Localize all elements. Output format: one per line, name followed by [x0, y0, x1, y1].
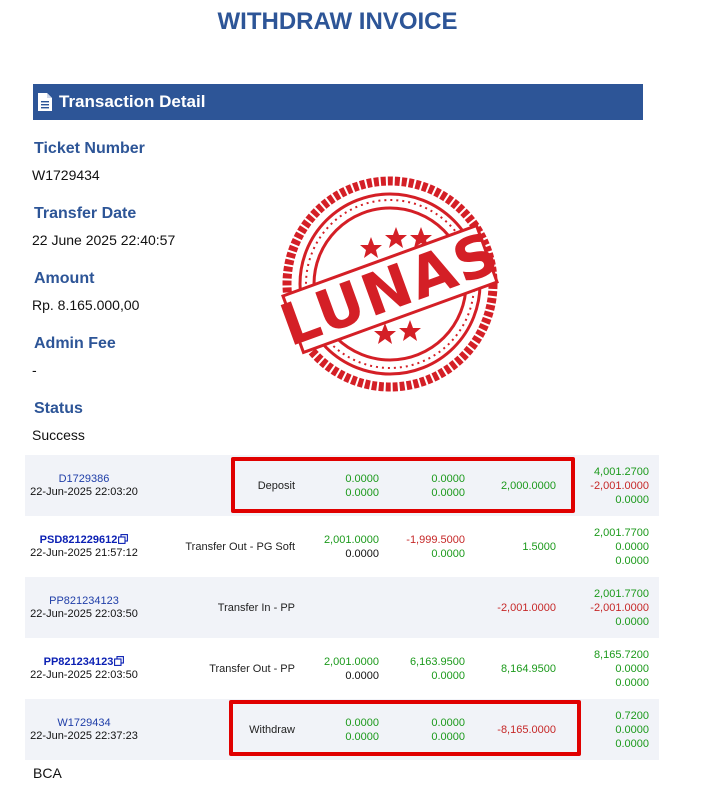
value: 2,001.0000 — [323, 533, 379, 546]
balance-value: 0.0000 — [615, 676, 649, 689]
value: 0.0000 — [345, 486, 379, 499]
table-row: PP821234123 22-Jun-2025 22:03:50 Transfe… — [25, 638, 659, 699]
ref-cell: W1729434 22-Jun-2025 22:37:23 — [25, 699, 143, 760]
ticket-link[interactable]: W1729434 — [25, 717, 143, 730]
transfer-date-value: 22 June 2025 22:40:57 — [32, 232, 176, 248]
type-cell: Transfer Out - PG Soft — [185, 540, 295, 553]
value-cell: 0.0000 0.0000 — [299, 699, 379, 760]
balance-value: 0.0000 — [615, 493, 649, 506]
amount-cell: -2,001.0000 — [497, 601, 556, 614]
transactions-table: D1729386 22-Jun-2025 22:03:20 Deposit 0.… — [25, 455, 659, 760]
ref-cell: PP821234123 22-Jun-2025 22:03:50 — [25, 577, 143, 638]
page-title: WITHDRAW INVOICE — [217, 8, 458, 35]
value: 0.0000 — [345, 472, 379, 485]
value-cell — [379, 577, 465, 638]
type-cell: Transfer In - PP — [217, 601, 295, 614]
value: 6,163.9500 — [409, 655, 465, 668]
bank-name: BCA — [33, 765, 62, 781]
amount-value: Rp. 8.165.000,00 — [32, 297, 140, 313]
balance-value: 0.0000 — [615, 737, 649, 750]
value: 0.0000 — [345, 669, 379, 682]
balance-value: -2,001.0000 — [590, 601, 649, 614]
ticket-link[interactable]: PP821234123 — [25, 595, 143, 608]
copy-icon[interactable] — [118, 533, 129, 544]
balance-value: 0.7200 — [615, 709, 649, 722]
datetime: 22-Jun-2025 22:03:20 — [30, 485, 138, 498]
value: 0.0000 — [431, 716, 465, 729]
value: -1,999.5000 — [406, 533, 465, 546]
transaction-detail-header: Transaction Detail — [33, 84, 643, 120]
document-icon — [38, 93, 52, 111]
ticket-link[interactable]: PSD821229612 — [25, 534, 143, 547]
ticket-link[interactable]: PP821234123 — [25, 656, 143, 669]
value: 0.0000 — [431, 472, 465, 485]
balance-value: 2,001.7700 — [593, 587, 649, 600]
ref-cell: D1729386 22-Jun-2025 22:03:20 — [25, 455, 143, 516]
admin-fee-label: Admin Fee — [34, 335, 116, 352]
datetime: 22-Jun-2025 22:03:50 — [30, 668, 138, 681]
amount-cell: 1.5000 — [522, 540, 556, 553]
datetime: 22-Jun-2025 22:37:23 — [30, 729, 138, 742]
balance-value: 0.0000 — [615, 540, 649, 553]
ticket-number-label: Ticket Number — [34, 140, 145, 157]
value-cell: 2,001.0000 0.0000 — [299, 516, 379, 577]
type-cell: Transfer Out - PP — [209, 662, 295, 675]
value: 2,001.0000 — [323, 655, 379, 668]
amount-cell: -8,165.0000 — [497, 723, 556, 736]
value-cell: 6,163.9500 0.0000 — [379, 638, 465, 699]
amount-cell: 2,000.0000 — [500, 479, 556, 492]
transfer-date-label: Transfer Date — [34, 205, 137, 222]
type-cell: Deposit — [257, 479, 295, 492]
value-cell: 0.0000 0.0000 — [379, 699, 465, 760]
copy-icon[interactable] — [114, 655, 125, 666]
value: 0.0000 — [431, 669, 465, 682]
value-cell: 2,001.0000 0.0000 — [299, 638, 379, 699]
value: 0.0000 — [345, 730, 379, 743]
balance-value: 2,001.7700 — [593, 526, 649, 539]
table-row: D1729386 22-Jun-2025 22:03:20 Deposit 0.… — [25, 455, 659, 516]
balance-cell: 0.7200 0.0000 0.0000 — [556, 699, 659, 760]
table-row: W1729434 22-Jun-2025 22:37:23 Withdraw 0… — [25, 699, 659, 760]
table-row: PP821234123 22-Jun-2025 22:03:50 Transfe… — [25, 577, 659, 638]
amount-cell: 8,164.9500 — [500, 662, 556, 675]
table-row: PSD821229612 22-Jun-2025 21:57:12 Transf… — [25, 516, 659, 577]
balance-cell: 8,165.7200 0.0000 0.0000 — [556, 638, 659, 699]
balance-value: 4,001.2700 — [593, 465, 649, 478]
value: 0.0000 — [431, 547, 465, 560]
admin-fee-value: - — [32, 362, 37, 378]
balance-cell: 4,001.2700 -2,001.0000 0.0000 — [556, 455, 659, 516]
amount-label: Amount — [34, 270, 95, 287]
balance-value: -2,001.0000 — [590, 479, 649, 492]
datetime: 22-Jun-2025 22:03:50 — [30, 607, 138, 620]
ref-cell: PSD821229612 22-Jun-2025 21:57:12 — [25, 516, 143, 577]
balance-value: 8,165.7200 — [593, 648, 649, 661]
value-cell: 0.0000 0.0000 — [299, 455, 379, 516]
balance-value: 0.0000 — [615, 662, 649, 675]
balance-value: 0.0000 — [615, 554, 649, 567]
ticket-number-value: W1729434 — [32, 167, 100, 183]
value: 0.0000 — [345, 716, 379, 729]
value: 0.0000 — [345, 547, 379, 560]
balance-cell: 2,001.7700 0.0000 0.0000 — [556, 516, 659, 577]
section-title: Transaction Detail — [59, 92, 206, 111]
lunas-stamp: LUNAS — [279, 176, 501, 392]
status-label: Status — [34, 400, 83, 417]
value: 0.0000 — [431, 486, 465, 499]
balance-value: 0.0000 — [615, 615, 649, 628]
value-cell — [299, 577, 379, 638]
balance-cell: 2,001.7700 -2,001.0000 0.0000 — [556, 577, 659, 638]
ref-text: PP821234123 — [43, 655, 114, 668]
value-cell: 0.0000 0.0000 — [379, 455, 465, 516]
datetime: 22-Jun-2025 21:57:12 — [30, 546, 138, 559]
ref-text: PSD821229612 — [39, 533, 118, 546]
ref-cell: PP821234123 22-Jun-2025 22:03:50 — [25, 638, 143, 699]
ticket-link[interactable]: D1729386 — [25, 473, 143, 486]
balance-value: 0.0000 — [615, 723, 649, 736]
status-value: Success — [32, 427, 85, 443]
value: 0.0000 — [431, 730, 465, 743]
type-cell: Withdraw — [249, 723, 295, 736]
value-cell: -1,999.5000 0.0000 — [379, 516, 465, 577]
